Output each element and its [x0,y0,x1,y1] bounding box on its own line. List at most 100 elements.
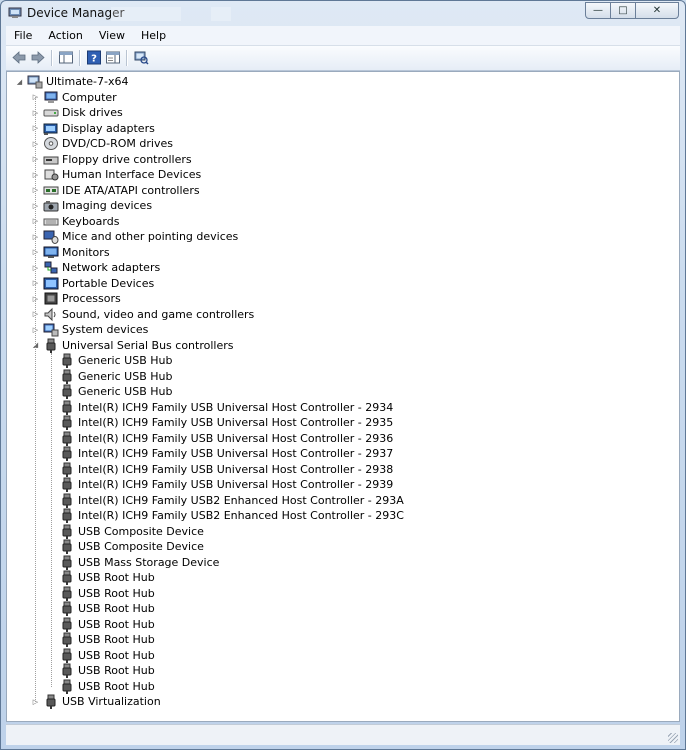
tree-device[interactable]: Intel(R) ICH9 Family USB Universal Host … [47,431,393,446]
disk-drive-icon [43,105,59,120]
minimize-button[interactable]: — [585,2,611,19]
tree-category[interactable]: ▷ Computer [31,90,117,105]
tree-category[interactable]: ▷ Disk drives [31,105,123,120]
show-hide-pane-icon[interactable] [105,50,121,65]
tree-category[interactable]: ▷ Keyboards [31,214,120,229]
tree-device[interactable]: USB Root Hub [47,663,155,678]
tree-category[interactable]: ▷ Imaging devices [31,198,152,213]
usb-icon [59,446,75,461]
tree-device[interactable]: USB Mass Storage Device [47,555,219,570]
processor-icon [43,291,59,306]
usb-icon [59,353,75,368]
tree-item-label: USB Root Hub [78,648,155,662]
tree-device[interactable]: Intel(R) ICH9 Family USB Universal Host … [47,446,393,461]
usb-icon [59,524,75,539]
tree-device[interactable]: USB Root Hub [47,632,155,647]
tree-guide-line [51,353,52,687]
tree-item-label: Disk drives [62,106,123,119]
usb-icon [59,400,75,415]
tree-item-label: Imaging devices [62,199,153,212]
usb-icon [59,632,75,647]
usb-icon [59,679,75,694]
usb-icon [59,663,75,678]
tree-item-label: Intel(R) ICH9 Family USB2 Enhanced Host … [78,493,404,507]
floppy-controller-icon [43,152,59,167]
tree-item-label: USB Root Hub [78,679,155,693]
tree-device[interactable]: Generic USB Hub [47,369,172,384]
menu-view[interactable]: View [91,29,133,42]
tree-category[interactable]: ▷ Mice and other pointing devices [31,229,238,244]
tree-category[interactable]: ▷ Human Interface Devices [31,167,201,182]
scan-hardware-icon[interactable] [133,50,149,65]
tree-category[interactable]: ▷ DVD/CD-ROM drives [31,136,173,151]
tree-item-label: Human Interface Devices [62,168,202,181]
tree-device[interactable]: USB Root Hub [47,648,155,663]
usb-icon [59,586,75,601]
device-tree[interactable]: ◢ Ultimate-7-x64 ▷ Computer ▷ Disk drives ▷ Dis… [6,71,680,722]
tree-category[interactable]: ▷ IDE ATA/ATAPI controllers [31,183,200,198]
tree-device[interactable]: USB Root Hub [47,617,155,632]
tree-category[interactable]: ▷ Monitors [31,245,110,260]
tree-device[interactable]: USB Root Hub [47,586,155,601]
usb-icon [59,617,75,632]
tree-item-label: USB Root Hub [78,571,155,584]
tree-category[interactable]: ▷ Sound, video and game controllers [31,307,254,322]
tree-device[interactable]: USB Root Hub [47,601,155,616]
tree-item-label: IDE ATA/ATAPI controllers [62,183,200,197]
tree-category[interactable]: ▷ Network adapters [31,260,160,275]
tree-root[interactable]: ◢ Ultimate-7-x64 [15,74,128,89]
usb-icon [59,648,75,663]
tree-device[interactable]: Generic USB Hub [47,353,172,368]
tree-device[interactable]: Generic USB Hub [47,384,172,399]
tree-guide-line [35,96,36,702]
tree-device[interactable]: USB Root Hub [47,570,155,585]
computer-icon [43,90,59,105]
help-icon[interactable]: ? [86,50,102,65]
tree-device[interactable]: USB Root Hub [47,679,155,694]
menu-bar: File Action View Help [6,26,680,46]
tree-device[interactable]: Intel(R) ICH9 Family USB Universal Host … [47,462,393,477]
menu-file[interactable]: File [6,29,40,42]
tree-item-label: Universal Serial Bus controllers [62,338,234,352]
tree-category[interactable]: ▷ Display adapters [31,121,155,136]
tree-item-label: Intel(R) ICH9 Family USB2 Enhanced Host … [78,509,404,522]
tree-category[interactable]: ▷ Floppy drive controllers [31,152,192,167]
maximize-button[interactable]: □ [610,2,636,19]
usb-icon [59,462,75,477]
tree-item-label: Sound, video and game controllers [62,307,255,321]
tree-item-label: Intel(R) ICH9 Family USB Universal Host … [78,478,394,491]
tree-device[interactable]: Intel(R) ICH9 Family USB Universal Host … [47,477,393,492]
tree-device[interactable]: USB Composite Device [47,524,204,539]
svg-text:?: ? [91,54,97,65]
tree-item-label: Intel(R) ICH9 Family USB Universal Host … [78,400,394,414]
portable-device-icon [43,276,59,291]
tree-category[interactable]: ▷ System devices [31,322,148,337]
menu-action[interactable]: Action [40,29,90,42]
tree-device[interactable]: Intel(R) ICH9 Family USB Universal Host … [47,415,393,430]
resize-grip[interactable] [668,733,678,743]
usb-icon [43,338,59,353]
properties-pane-icon[interactable] [58,50,74,65]
tree-device[interactable]: Intel(R) ICH9 Family USB2 Enhanced Host … [47,493,404,508]
tree-category-expanded[interactable]: ◢ Universal Serial Bus controllers [31,338,233,353]
title-bar[interactable]: Device Manager — □ ✕ [1,1,685,26]
tree-device[interactable]: Intel(R) ICH9 Family USB Universal Host … [47,400,393,415]
tree-device[interactable]: Intel(R) ICH9 Family USB2 Enhanced Host … [47,508,404,523]
tree-device[interactable]: USB Composite Device [47,539,204,554]
forward-arrow-icon[interactable] [30,50,46,65]
usb-icon [43,694,59,709]
tree-item-label: USB Mass Storage Device [78,555,220,569]
tree-item-label: DVD/CD-ROM drives [62,137,173,150]
tree-category[interactable]: ▷ Portable Devices [31,276,154,291]
tree-item-label: Keyboards [62,214,120,228]
tree-item-label: Generic USB Hub [78,354,173,367]
menu-help[interactable]: Help [133,29,174,42]
tree-item-label: USB Root Hub [78,633,155,646]
usb-icon [59,570,75,585]
tree-category[interactable]: ▷ Processors [31,291,121,306]
back-arrow-icon[interactable] [11,50,27,65]
tree-category[interactable]: ▷ USB Virtualization [31,694,161,709]
collapse-arrow-icon[interactable]: ◢ [15,74,24,89]
usb-icon [59,508,75,523]
close-button[interactable]: ✕ [635,2,679,19]
